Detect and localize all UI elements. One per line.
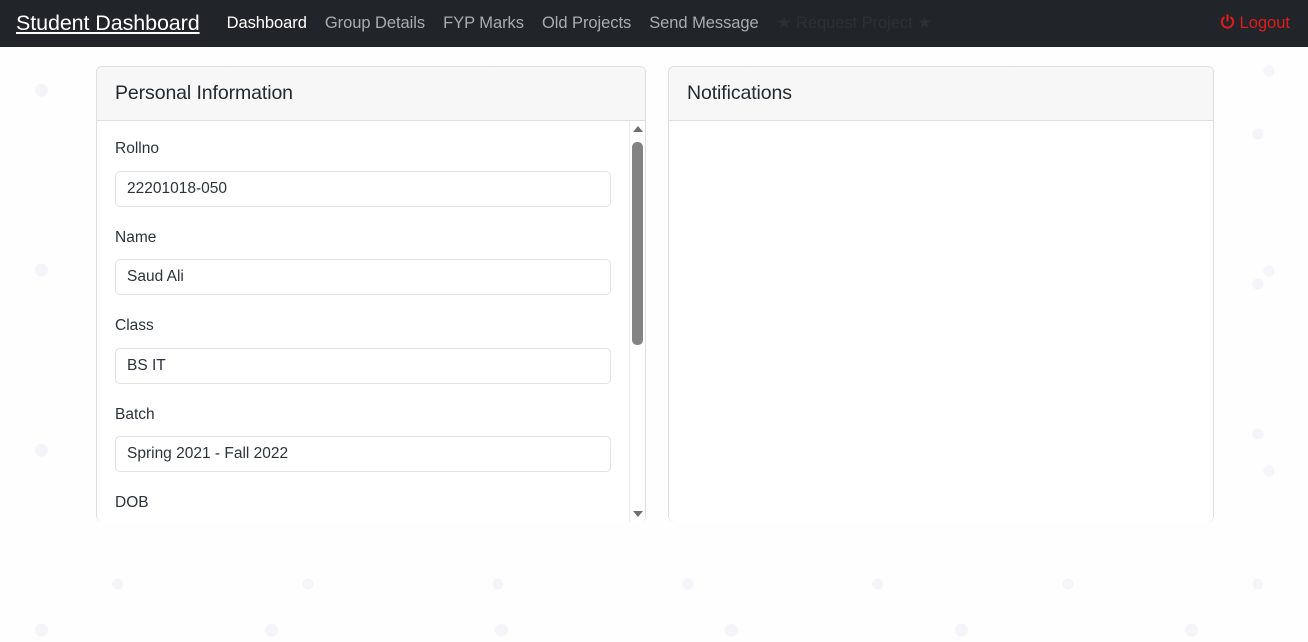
- nav-link-fyp-marks[interactable]: FYP Marks: [434, 15, 533, 32]
- field-label-name: Name: [115, 228, 157, 246]
- chevron-up-icon[interactable]: [630, 121, 645, 137]
- input-rollno[interactable]: [115, 170, 611, 207]
- personal-information-card: Personal Information Rollno Name Class B…: [96, 66, 646, 522]
- input-batch[interactable]: [115, 436, 611, 472]
- field-label-dob: DOB: [115, 494, 149, 511]
- personal-information-header: Personal Information: [97, 67, 645, 121]
- personal-information-body: Rollno Name Class Batch DOB: [97, 121, 645, 522]
- input-name[interactable]: [115, 259, 611, 295]
- nav-link-group-details[interactable]: Group Details: [316, 15, 434, 32]
- nav-links: Dashboard Group Details FYP Marks Old Pr…: [218, 15, 1219, 32]
- field-label-batch: Batch: [115, 405, 155, 423]
- notifications-title: Notifications: [687, 81, 792, 104]
- field-batch: Batch: [115, 405, 611, 472]
- field-dob: DOB: [115, 495, 606, 522]
- nav-link-request-project[interactable]: ★ Request Project ★: [768, 15, 941, 32]
- brand-title[interactable]: Student Dashboard: [16, 12, 200, 35]
- personal-information-scrollbar[interactable]: [629, 121, 645, 522]
- field-class: Class: [115, 317, 611, 384]
- logout-label: Logout: [1239, 14, 1290, 32]
- input-class[interactable]: [115, 347, 611, 384]
- field-name: Name: [115, 228, 611, 295]
- field-label-rollno: Rollno: [115, 140, 159, 157]
- nav-link-old-projects[interactable]: Old Projects: [533, 15, 640, 32]
- scrollbar-thumb[interactable]: [632, 142, 643, 345]
- logout-button[interactable]: Logout: [1219, 13, 1294, 35]
- notifications-body: [669, 121, 1213, 522]
- field-rollno: Rollno: [115, 140, 611, 207]
- nav-link-send-message[interactable]: Send Message: [640, 15, 767, 32]
- notifications-card: Notifications: [668, 66, 1214, 522]
- personal-information-form: Rollno Name Class Batch DOB: [97, 121, 624, 522]
- chevron-down-icon[interactable]: [630, 506, 645, 522]
- top-navbar: Student Dashboard Dashboard Group Detail…: [0, 0, 1308, 47]
- notifications-header: Notifications: [669, 67, 1213, 121]
- power-icon: [1219, 13, 1236, 35]
- field-label-class: Class: [115, 317, 154, 334]
- personal-information-title: Personal Information: [115, 81, 293, 104]
- nav-link-dashboard[interactable]: Dashboard: [218, 15, 316, 32]
